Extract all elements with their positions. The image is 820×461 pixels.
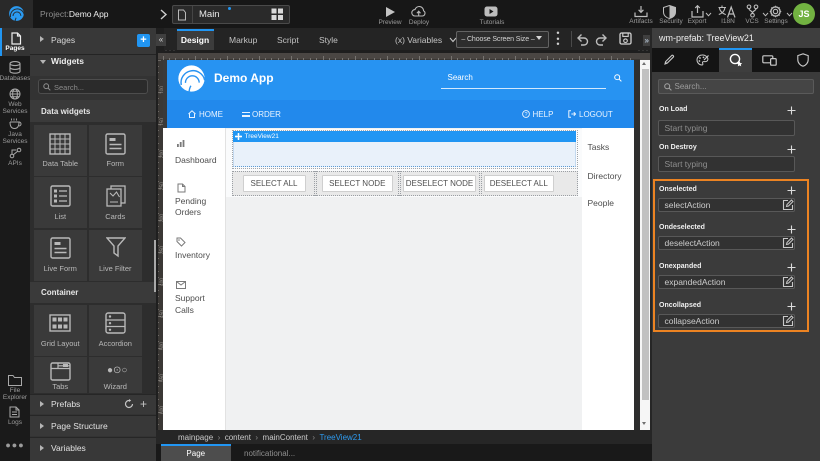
svg-text:?: ? [524, 112, 527, 118]
